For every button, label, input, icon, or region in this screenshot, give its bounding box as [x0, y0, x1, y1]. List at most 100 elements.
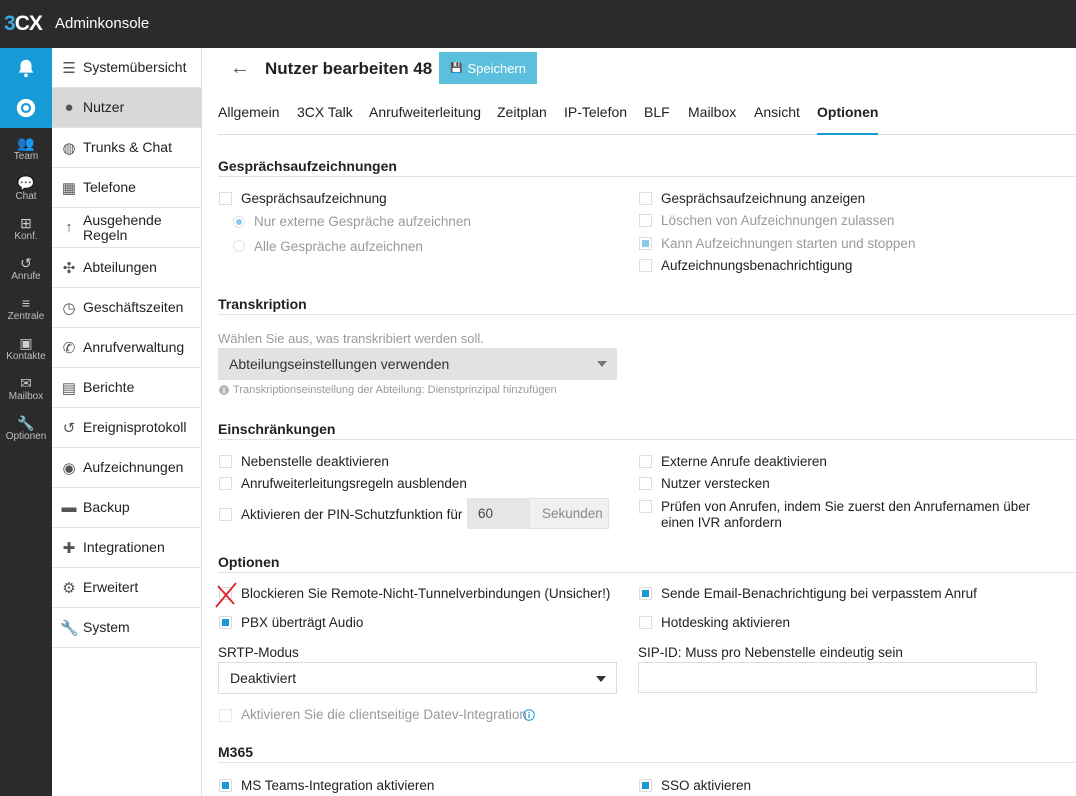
dashboard-icon: ☰: [62, 59, 76, 77]
tab-options[interactable]: Optionen: [817, 104, 879, 135]
nav-item-trunks[interactable]: ◍ Trunks & Chat: [52, 128, 201, 168]
mailbox-icon: ✉: [20, 374, 32, 391]
disable-extension-checkbox[interactable]: [219, 455, 232, 468]
history-icon: ↺: [20, 254, 32, 271]
nav-item-backup[interactable]: ▬ Backup: [52, 488, 201, 528]
app-logo[interactable]: 3CX: [4, 12, 43, 36]
nav-item-advanced[interactable]: ⚙ Erweitert: [52, 568, 201, 608]
info-icon: [219, 385, 229, 395]
record-icon: ◉: [62, 459, 76, 477]
rail-item-chat[interactable]: 💬 Chat: [0, 168, 52, 208]
disable-external-calls-checkbox[interactable]: [639, 455, 652, 468]
hide-forwarding-label: Anrufweiterleitungsregeln ausblenden: [241, 476, 467, 491]
nav-item-outbound-rules[interactable]: ↑ Ausgehende Regeln: [52, 208, 201, 248]
nav-item-users[interactable]: ● Nutzer: [52, 88, 201, 128]
recording-notify-label: Aufzeichnungsbenachrichtigung: [661, 258, 853, 273]
save-button[interactable]: 💾 Speichern: [439, 52, 537, 84]
tab-ip-phone[interactable]: IP-Telefon: [564, 104, 627, 133]
tab-schedule[interactable]: Zeitplan: [497, 104, 547, 133]
hide-user-checkbox[interactable]: [639, 477, 652, 490]
divider: [218, 439, 1076, 440]
divider: [218, 314, 1076, 315]
section-title-recording: Gesprächsaufzeichnungen: [218, 158, 397, 174]
notifications-button[interactable]: [0, 48, 52, 88]
divider: [218, 572, 1076, 573]
rail-item-dashboard[interactable]: ≡ Zentrale: [0, 288, 52, 328]
bell-icon: [18, 59, 34, 78]
rail-item-mailbox[interactable]: ✉ Mailbox: [0, 368, 52, 408]
dashboard-icon: ≡: [21, 294, 31, 311]
divider: [218, 762, 1076, 763]
srtp-mode-select[interactable]: Deaktiviert: [218, 662, 617, 694]
pin-seconds-input[interactable]: 60: [467, 498, 529, 529]
nav-item-phones[interactable]: ▦ Telefone: [52, 168, 201, 208]
side-nav: ☰ Systemübersicht ● Nutzer ◍ Trunks & Chat …: [52, 48, 202, 796]
globe-icon: ◍: [62, 139, 76, 157]
rail-item-contacts[interactable]: ▣ Kontakte: [0, 328, 52, 368]
back-arrow-icon[interactable]: ←: [230, 57, 250, 80]
rail-item-team[interactable]: 👥 Team: [0, 128, 52, 168]
hotdesking-checkbox[interactable]: [639, 616, 652, 629]
show-recording-checkbox[interactable]: [639, 192, 652, 205]
transcription-select[interactable]: Abteilungseinstellungen verwenden: [218, 348, 617, 380]
screen-calls-checkbox[interactable]: [639, 500, 652, 513]
radio-external-only[interactable]: [233, 216, 245, 228]
nav-item-system-overview[interactable]: ☰ Systemübersicht: [52, 48, 201, 88]
transcription-note: Transkriptionseinstellung der Abteilung:…: [233, 384, 557, 396]
gear-icon: ⚙: [62, 579, 76, 597]
tab-view[interactable]: Ansicht: [754, 104, 800, 133]
tab-3cx-talk[interactable]: 3CX Talk: [297, 104, 353, 133]
tab-mailbox[interactable]: Mailbox: [688, 104, 736, 133]
chrome-icon: [16, 98, 36, 118]
teams-integration-checkbox[interactable]: [219, 779, 232, 792]
nav-item-integrations[interactable]: ✚ Integrationen: [52, 528, 201, 568]
nav-item-reports[interactable]: ▤ Berichte: [52, 368, 201, 408]
section-title-options: Optionen: [218, 554, 280, 570]
recording-notify-checkbox[interactable]: [639, 259, 652, 272]
history-icon: ↺: [62, 419, 76, 437]
wrench-icon: 🔧: [60, 619, 79, 637]
pbx-audio-checkbox[interactable]: [219, 616, 232, 629]
conference-icon: ⊞: [20, 214, 32, 231]
hide-user-label: Nutzer verstecken: [661, 476, 770, 491]
section-title-m365: M365: [218, 744, 254, 760]
webclient-button[interactable]: [0, 88, 52, 128]
report-icon: ▤: [61, 379, 77, 397]
tab-forwarding[interactable]: Anrufweiterleitung: [369, 104, 481, 133]
arrow-up-icon: ↑: [65, 219, 73, 236]
datev-checkbox[interactable]: [219, 709, 232, 722]
allow-delete-label: Löschen von Aufzeichnungen zulassen: [661, 213, 895, 228]
transcription-help: Wählen Sie aus, was transkribiert werden…: [218, 331, 484, 346]
send-email-checkbox[interactable]: [639, 587, 652, 600]
recording-checkbox[interactable]: [219, 192, 232, 205]
radio-all-calls[interactable]: [233, 240, 245, 252]
nav-item-recordings[interactable]: ◉ Aufzeichnungen: [52, 448, 201, 488]
phone-grid-icon: ▦: [61, 179, 77, 197]
tab-blf[interactable]: BLF: [644, 104, 670, 133]
red-cross-mark-icon: [215, 582, 237, 608]
nav-item-event-log[interactable]: ↺ Ereignisprotokoll: [52, 408, 201, 448]
clock-icon: ◷: [62, 299, 76, 317]
srtp-mode-label: SRTP-Modus: [218, 645, 299, 660]
screen-calls-label: Prüfen von Anrufen, indem Sie zuerst den…: [661, 499, 1031, 530]
user-icon: ●: [64, 99, 74, 116]
radio-external-label: Nur externe Gespräche aufzeichnen: [254, 214, 471, 229]
sip-id-input[interactable]: [638, 662, 1037, 693]
hide-forwarding-checkbox[interactable]: [219, 477, 232, 490]
rail-item-conference[interactable]: ⊞ Konf.: [0, 208, 52, 248]
sso-checkbox[interactable]: [639, 779, 652, 792]
tab-general[interactable]: Allgemein: [218, 104, 279, 133]
info-icon[interactable]: [523, 709, 535, 721]
nav-item-call-handling[interactable]: ✆ Anrufverwaltung: [52, 328, 201, 368]
nav-item-departments[interactable]: ✣ Abteilungen: [52, 248, 201, 288]
rail-item-calls[interactable]: ↺ Anrufe: [0, 248, 52, 288]
nav-item-system[interactable]: 🔧 System: [52, 608, 201, 648]
nav-item-office-hours[interactable]: ◷ Geschäftszeiten: [52, 288, 201, 328]
allow-delete-checkbox[interactable]: [639, 214, 652, 227]
start-stop-checkbox[interactable]: [639, 237, 652, 250]
pin-protection-checkbox[interactable]: [219, 508, 232, 521]
rail-item-options[interactable]: 🔧 Optionen: [0, 408, 52, 448]
wrench-icon: 🔧: [17, 414, 35, 431]
sso-label: SSO aktivieren: [661, 778, 752, 793]
teams-integration-label: MS Teams-Integration aktivieren: [241, 778, 435, 793]
